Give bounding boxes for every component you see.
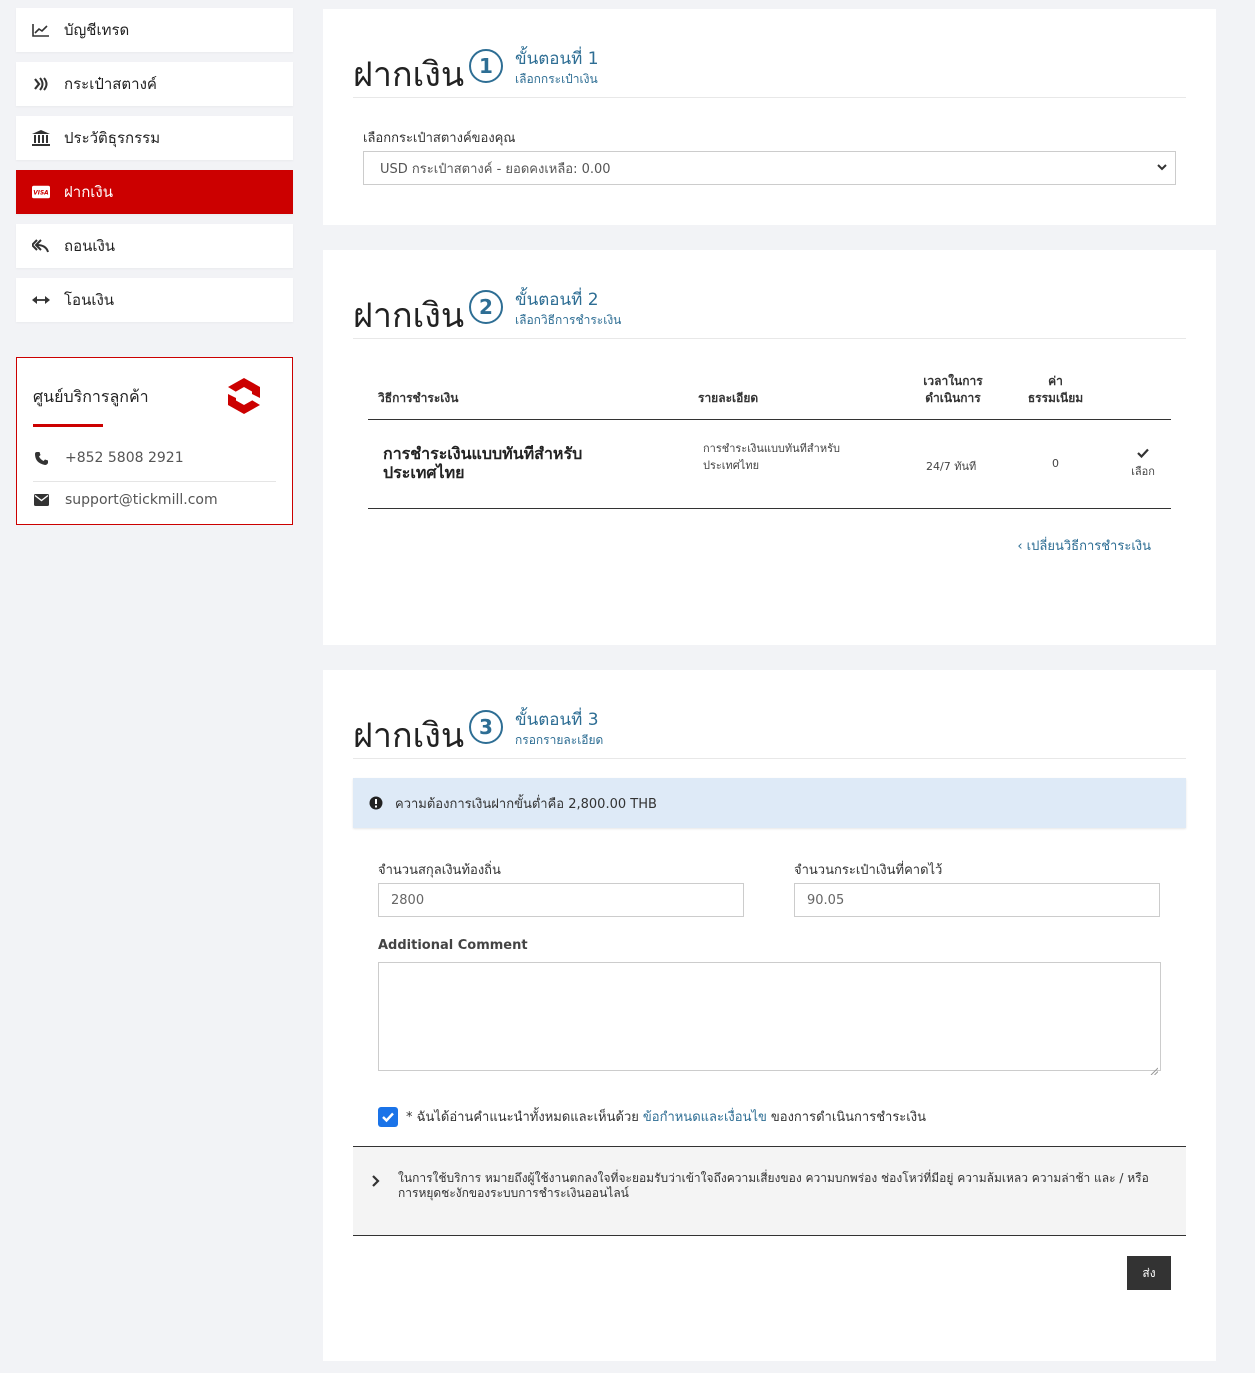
choose-method-button[interactable]: เลือก	[1128, 448, 1158, 480]
step-label: ขั้นตอนที่ 2	[515, 290, 599, 310]
sidebar-item-label: ประวัติธุรกรรม	[64, 129, 161, 147]
disclaimer-accordion[interactable]: ในการใช้บริการ หมายถึงผู้ใช้งานตกลงใจที่…	[353, 1146, 1186, 1236]
page-title: ฝากเงิน	[353, 55, 465, 95]
divider	[33, 481, 276, 482]
expected-amount-label: จำนวนกระเป๋าเงินที่คาดไว้	[794, 863, 943, 878]
exclamation-circle-icon	[369, 796, 383, 810]
choose-label: เลือก	[1131, 465, 1155, 478]
wallet-select[interactable]: USD กระเป๋าสตางค์ - ยอดคงเหลือ: 0.00	[363, 151, 1176, 185]
consent-row: * ฉันได้อ่านคำแนะนำทั้งหมดและเห็นด้วย ข้…	[378, 1106, 926, 1127]
support-card: ศูนย์บริการลูกค้า +852 5808 2921 support…	[16, 357, 293, 525]
support-phone-text: +852 5808 2921	[65, 450, 184, 466]
table-row[interactable]: การชำระเงินแบบทันทีสำหรับประเทศไทย การชำ…	[368, 420, 1171, 509]
step-subtitle: เลือกกระเป๋าเงิน	[515, 72, 598, 86]
sidebar-item-label: บัญชีเทรด	[64, 21, 130, 39]
deposit-step1-panel: ฝากเงิน 1 ขั้นตอนที่ 1 เลือกกระเป๋าเงิน …	[323, 9, 1216, 225]
svg-text:VISA: VISA	[33, 191, 49, 197]
support-email-text: support@tickmill.com	[65, 492, 218, 508]
step1-header: ฝากเงิน 1 ขั้นตอนที่ 1 เลือกกระเป๋าเงิน	[353, 45, 1186, 98]
sidebar-item-wallet[interactable]: กระเป๋าสตางค์	[16, 62, 293, 106]
consent-text-suffix: ของการดำเนินการชำระเงิน	[770, 1110, 926, 1125]
payment-method-details: การชำระเงินแบบทันทีสำหรับประเทศไทย	[703, 442, 840, 472]
phone-icon	[33, 451, 49, 465]
local-amount-label: จำนวนสกุลเงินท้องถิ่น	[378, 863, 501, 878]
sidebar-item-label: กระเป๋าสตางค์	[64, 75, 157, 93]
sidebar-item-label: ฝากเงิน	[64, 183, 113, 201]
wallet-select-label: เลือกกระเป๋าสตางค์ของคุณ	[363, 131, 516, 146]
page-title: ฝากเงิน	[353, 716, 465, 756]
visa-card-icon: VISA	[32, 183, 50, 201]
column-header-method: วิธีการชำระเงิน	[378, 391, 459, 405]
alert-text: ความต้องการเงินฝากขั้นต่ำคือ 2,800.00 TH…	[395, 796, 657, 812]
submit-button[interactable]: ส่ง	[1127, 1256, 1171, 1290]
payment-method-name: การชำระเงินแบบทันทีสำหรับประเทศไทย	[383, 444, 583, 482]
column-header-fee: ค่าธรรมเนียม	[1018, 373, 1093, 407]
sidebar-item-history[interactable]: ประวัติธุรกรรม	[16, 116, 293, 160]
support-title: ศูนย์บริการลูกค้า	[33, 387, 149, 406]
wallet-select-value: USD กระเป๋าสตางค์ - ยอดคงเหลือ: 0.00	[380, 161, 611, 177]
column-header-details: รายละเอียด	[698, 391, 759, 405]
column-header-fee-line1: ค่า	[1048, 374, 1063, 388]
support-title-underline	[33, 424, 103, 427]
wallet-icon	[32, 75, 50, 93]
envelope-icon	[33, 494, 49, 506]
table-header: วิธีการชำระเงิน รายละเอียด เวลาในการดำเน…	[368, 370, 1171, 420]
step-label: ขั้นตอนที่ 3	[515, 710, 599, 730]
minimum-deposit-alert: ความต้องการเงินฝากขั้นต่ำคือ 2,800.00 TH…	[353, 778, 1186, 828]
support-email[interactable]: support@tickmill.com	[33, 492, 276, 508]
resize-grip-icon[interactable]	[1150, 1060, 1159, 1076]
expected-amount-input[interactable]: 90.05	[794, 883, 1160, 917]
sidebar-item-deposit[interactable]: VISA ฝากเงิน	[16, 170, 293, 214]
step3-header: ฝากเงิน 3 ขั้นตอนที่ 3 กรอกรายละเอียด	[353, 706, 1186, 759]
sidebar-item-transfer[interactable]: โอนเงิน	[16, 278, 293, 322]
step-number-badge: 3	[469, 710, 503, 744]
step-number-badge: 1	[469, 49, 503, 83]
column-header-fee-line2: ธรรมเนียม	[1027, 391, 1084, 405]
step-number-badge: 2	[469, 290, 503, 324]
chevron-right-icon	[370, 1173, 382, 1187]
page-title: ฝากเงิน	[353, 296, 465, 336]
column-header-time-line2: ดำเนินการ	[925, 391, 981, 405]
support-phone[interactable]: +852 5808 2921	[33, 450, 276, 466]
sidebar-item-trading-accounts[interactable]: บัญชีเทรด	[16, 8, 293, 52]
local-amount-input[interactable]: 2800	[378, 883, 744, 917]
reply-all-icon	[32, 237, 50, 255]
chevron-down-icon	[1155, 160, 1169, 174]
sidebar-item-withdraw[interactable]: ถอนเงิน	[16, 224, 293, 268]
column-header-time: เวลาในการดำเนินการ	[913, 373, 993, 407]
column-header-time-line1: เวลาในการ	[923, 374, 983, 388]
payment-method-time: 24/7 ทันที	[926, 460, 977, 473]
payment-methods-table: วิธีการชำระเงิน รายละเอียด เวลาในการดำเน…	[368, 370, 1171, 509]
consent-text-prefix: * ฉันได้อ่านคำแนะนำทั้งหมดและเห็นด้วย	[406, 1110, 639, 1125]
deposit-step3-panel: ฝากเงิน 3 ขั้นตอนที่ 3 กรอกรายละเอียด คว…	[323, 670, 1216, 1361]
chart-line-icon	[32, 21, 50, 39]
comment-label: Additional Comment	[378, 938, 528, 953]
arrows-horizontal-icon	[32, 291, 50, 309]
comment-textarea[interactable]	[378, 962, 1161, 1076]
consent-checkbox[interactable]	[378, 1106, 398, 1127]
terms-link[interactable]: ข้อกำหนดและเงื่อนไข	[643, 1106, 767, 1127]
step-label: ขั้นตอนที่ 1	[515, 49, 599, 69]
deposit-step2-panel: ฝากเงิน 2 ขั้นตอนที่ 2 เลือกวิธีการชำระเ…	[323, 250, 1216, 645]
payment-method-fee: 0	[1052, 457, 1059, 470]
disclaimer-text: ในการใช้บริการ หมายถึงผู้ใช้งานตกลงใจที่…	[398, 1171, 1149, 1200]
step-subtitle: กรอกรายละเอียด	[515, 733, 604, 747]
check-icon	[1128, 448, 1158, 462]
sidebar-item-label: ถอนเงิน	[64, 237, 116, 255]
bank-icon	[32, 129, 50, 147]
sidebar-item-label: โอนเงิน	[64, 291, 115, 309]
step2-header: ฝากเงิน 2 ขั้นตอนที่ 2 เลือกวิธีการชำระเ…	[353, 286, 1186, 339]
sidebar-nav: บัญชีเทรด กระเป๋าสตางค์ ประวัติธุรกรรม V…	[16, 8, 293, 332]
tickmill-logo-icon	[226, 377, 262, 415]
change-payment-method-link[interactable]: ‹ เปลี่ยนวิธีการชำระเงิน	[1017, 535, 1151, 556]
step-subtitle: เลือกวิธีการชำระเงิน	[515, 313, 622, 327]
